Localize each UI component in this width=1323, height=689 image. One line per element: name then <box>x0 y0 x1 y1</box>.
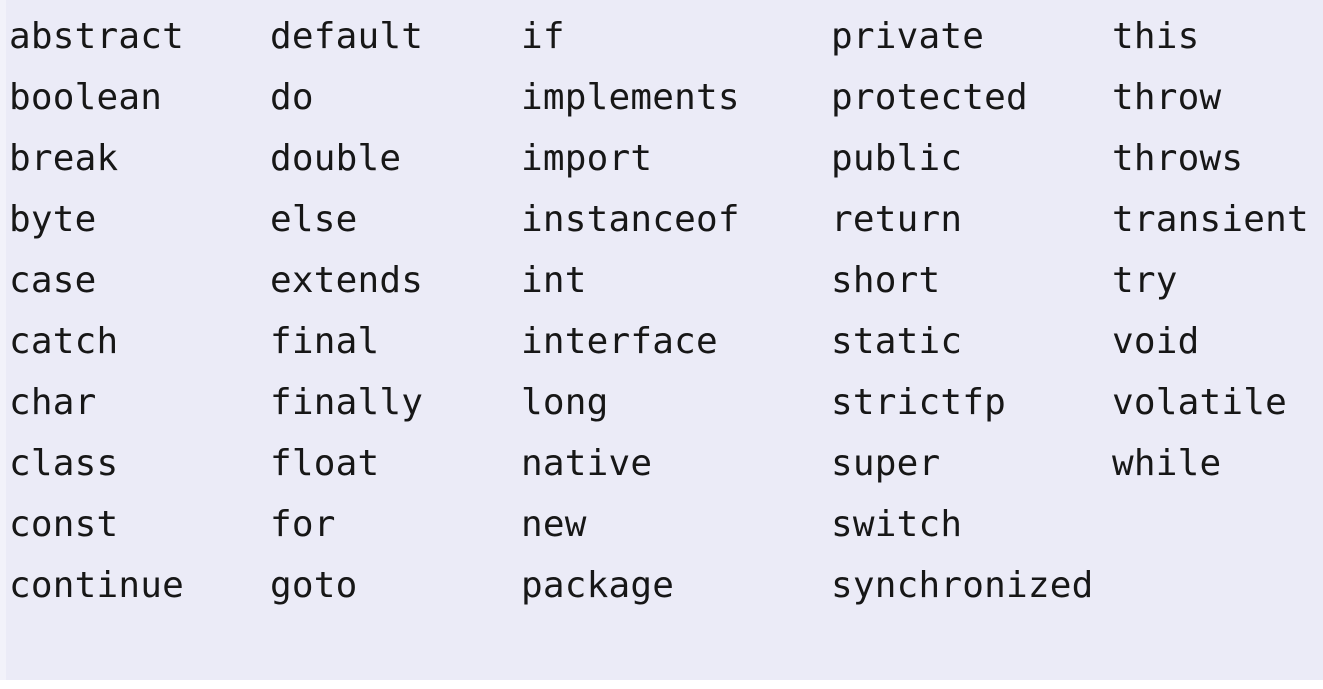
keyword-item: package <box>521 565 675 606</box>
keyword-item: abstract <box>9 16 184 57</box>
keyword-table: abstract boolean break byte case catch c… <box>0 0 1323 680</box>
keyword-item: protected <box>831 77 1028 118</box>
keyword-item: strictfp <box>831 382 1006 423</box>
keyword-item: goto <box>270 565 358 606</box>
keyword-item: char <box>9 382 97 423</box>
keyword-item: final <box>270 321 380 362</box>
keyword-item: if <box>521 16 565 57</box>
keyword-item: int <box>521 260 587 301</box>
keyword-item: instanceof <box>521 199 740 240</box>
keyword-item: short <box>831 260 941 301</box>
keyword-column-1: abstract boolean break byte case catch c… <box>9 0 270 680</box>
keyword-item: private <box>831 16 985 57</box>
keyword-item: catch <box>9 321 119 362</box>
keyword-item: void <box>1112 321 1200 362</box>
keyword-item: switch <box>831 504 963 545</box>
keyword-item: throw <box>1112 77 1222 118</box>
keyword-item: super <box>831 443 941 484</box>
keyword-column-2: default do double else extends final fin… <box>270 0 520 680</box>
keyword-item: interface <box>521 321 718 362</box>
keyword-columns: abstract boolean break byte case catch c… <box>0 0 1323 680</box>
keyword-item: long <box>521 382 609 423</box>
keyword-column-4: private protected public return short st… <box>831 0 1112 680</box>
keyword-item: import <box>521 138 653 179</box>
keyword-item: transient <box>1112 199 1309 240</box>
keyword-item: double <box>270 138 402 179</box>
keyword-column-3: if implements import instanceof int inte… <box>521 0 830 680</box>
keyword-item: boolean <box>9 77 163 118</box>
keyword-item: finally <box>270 382 424 423</box>
keyword-item: throws <box>1112 138 1244 179</box>
keyword-item: new <box>521 504 587 545</box>
keyword-item: float <box>270 443 380 484</box>
keyword-item: extends <box>270 260 424 301</box>
keyword-item: public <box>831 138 963 179</box>
keyword-item: native <box>521 443 653 484</box>
keyword-item: break <box>9 138 119 179</box>
keyword-item: byte <box>9 199 97 240</box>
keyword-item: else <box>270 199 358 240</box>
keyword-item: default <box>270 16 424 57</box>
keyword-item: while <box>1112 443 1222 484</box>
keyword-item: return <box>831 199 963 240</box>
keyword-item: static <box>831 321 963 362</box>
bottom-margin <box>0 680 1323 689</box>
keyword-item: continue <box>9 565 184 606</box>
keyword-item: const <box>9 504 119 545</box>
keyword-column-5: this throw throws transient try void vol… <box>1112 0 1323 680</box>
keyword-item: volatile <box>1112 382 1287 423</box>
keyword-item: synchronized <box>831 565 1094 606</box>
keyword-item: try <box>1112 260 1178 301</box>
keyword-item: for <box>270 504 336 545</box>
keyword-item: case <box>9 260 97 301</box>
keyword-item: do <box>270 77 314 118</box>
keyword-item: class <box>9 443 119 484</box>
keyword-item: this <box>1112 16 1200 57</box>
keyword-item: implements <box>521 77 740 118</box>
